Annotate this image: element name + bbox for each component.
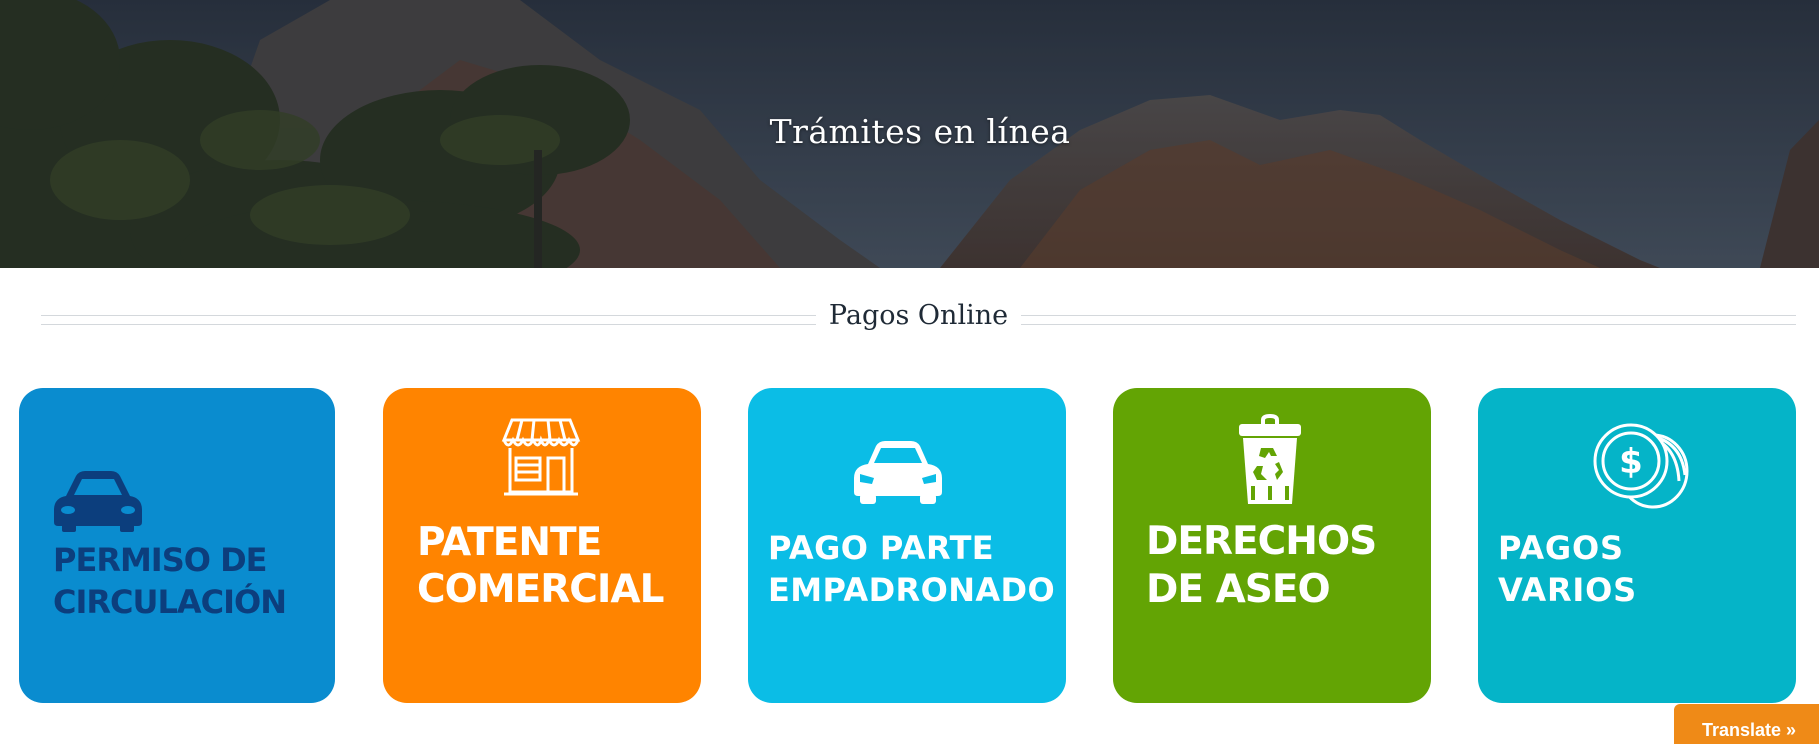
card-patente-comercial[interactable]: PATENTE COMERCIAL — [383, 388, 701, 703]
card-label: PAGOS VARIOS — [1498, 529, 1637, 609]
hero-title: Trámites en línea — [769, 112, 1071, 151]
card-pago-parte-empadronado[interactable]: PAGO PARTE EMPADRONADO — [748, 388, 1066, 703]
card-label: PATENTE COMERCIAL — [417, 520, 664, 612]
section-title: Pagos Online — [828, 300, 1009, 331]
car-icon — [52, 468, 144, 536]
card-label: DERECHOS DE ASEO — [1146, 519, 1377, 612]
recycle-bin-icon — [1237, 414, 1303, 510]
card-permiso-circulacion[interactable]: PERMISO DE CIRCULACIÓN — [19, 388, 335, 703]
card-label: PERMISO DE CIRCULACIÓN — [53, 541, 287, 621]
translate-button[interactable]: Translate » — [1674, 704, 1819, 744]
divider-left — [41, 315, 816, 325]
svg-text:$: $ — [1619, 442, 1643, 482]
card-label: PAGO PARTE EMPADRONADO — [768, 529, 1056, 609]
hero-banner: Trámites en línea — [0, 0, 1819, 268]
section-heading: Pagos Online — [41, 296, 1796, 346]
coin-dollar-icon: $ — [1593, 423, 1693, 515]
card-derechos-aseo[interactable]: DERECHOS DE ASEO — [1113, 388, 1431, 703]
car-front-icon — [852, 438, 944, 508]
card-pagos-varios[interactable]: $ PAGOS VARIOS — [1478, 388, 1796, 703]
divider-right — [1021, 315, 1796, 325]
shop-icon — [500, 416, 582, 502]
